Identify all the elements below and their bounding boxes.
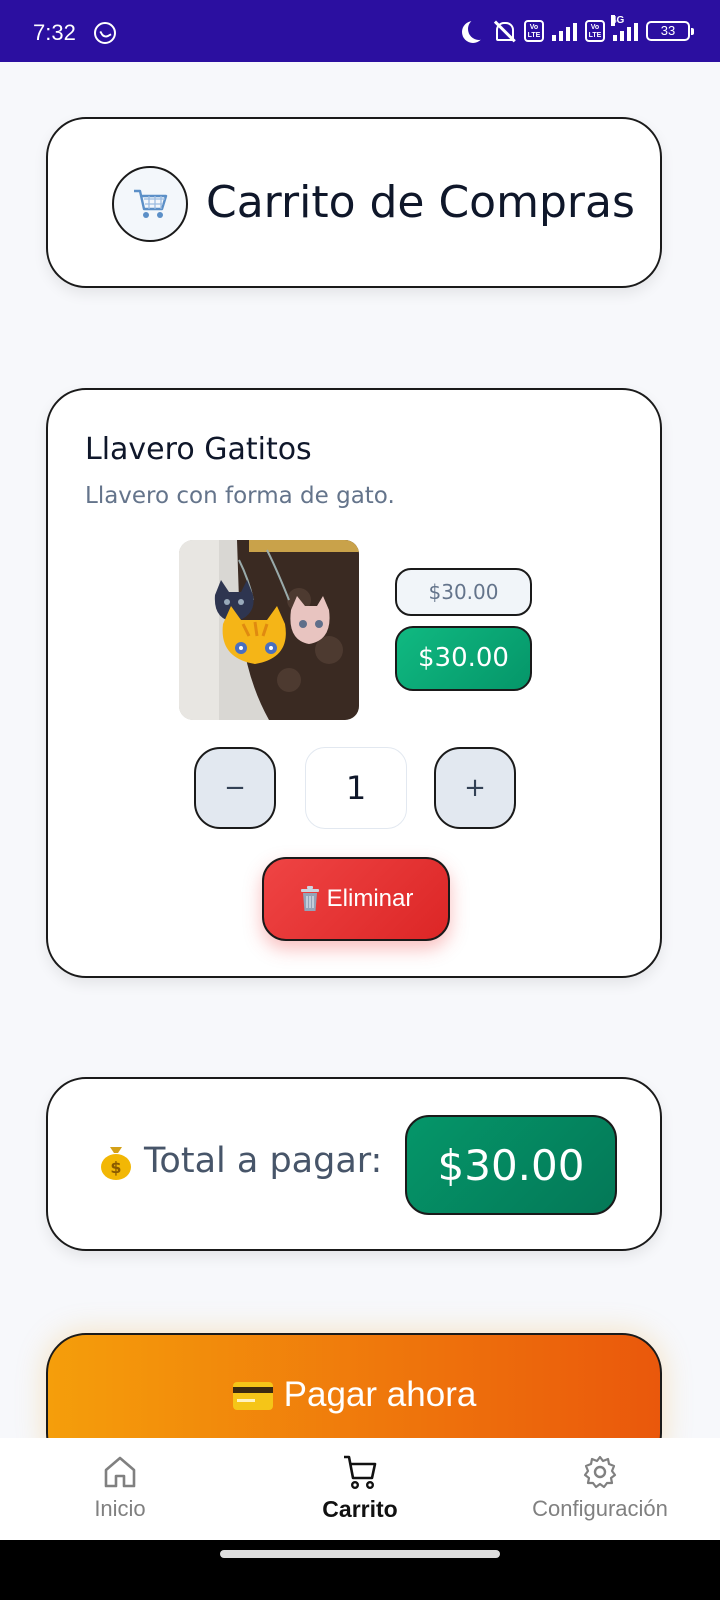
total-label: Total a pagar: [144,1141,383,1181]
current-price: $30.00 [395,626,532,691]
nav-item-configuracion[interactable]: Configuración [480,1438,720,1540]
decrease-quantity-button[interactable]: − [194,747,276,829]
nav-item-inicio[interactable]: Inicio [0,1438,240,1540]
delete-item-button[interactable]: Eliminar [262,857,450,941]
total-label-row: $ Total a pagar: [96,1141,382,1181]
nav-label-inicio: Inicio [94,1496,146,1521]
total-card: $ Total a pagar: $30.00 [46,1077,662,1251]
page-title: Carrito de Compras [206,177,635,228]
battery-icon: 33 [646,21,694,41]
total-amount: $30.00 [405,1115,617,1215]
muted-bell-icon [492,20,516,42]
status-icons: Vo LTE Vo LTE 4G 33 [462,15,694,44]
network-type: 4G [611,15,625,26]
product-description: Llavero con forma de gato. [85,483,395,509]
signal-icon [552,21,577,41]
signal-4g-icon: 4G [611,15,638,41]
home-gesture-bar[interactable] [220,1550,500,1558]
shopping-cart-icon [112,166,188,242]
status-time: 7:32 [33,20,76,45]
cart-icon [344,1455,377,1490]
nav-label-configuracion: Configuración [532,1496,668,1521]
nav-item-carrito[interactable]: Carrito [240,1438,480,1540]
nav-label-carrito: Carrito [322,1496,398,1522]
header-card: Carrito de Compras [46,117,662,288]
original-price: $30.00 [395,568,532,616]
volte-icon-2: Vo LTE [585,20,605,42]
cart-item-card: Llavero Gatitos Llavero con forma de gat… [46,388,662,978]
credit-card-icon [232,1382,273,1410]
gear-icon [583,1455,617,1489]
money-bag-icon: $ [101,1147,131,1180]
bottom-navigation: Inicio Carrito Configuración [0,1438,720,1540]
status-bar: 7:32 Vo LTE Vo LTE 4G 33 [0,0,720,62]
quantity-value[interactable]: 1 [305,747,407,829]
svg-text:$: $ [110,1158,121,1177]
product-name: Llavero Gatitos [85,432,312,467]
volte-icon: Vo LTE [524,20,544,42]
delete-label: Eliminar [326,885,414,912]
product-image [179,540,359,720]
home-icon [104,1456,136,1488]
system-navigation-bar [0,1540,720,1600]
increase-quantity-button[interactable]: + [434,747,516,829]
whatsapp-icon [94,22,116,44]
do-not-disturb-icon [468,18,490,40]
trash-icon [300,886,319,911]
pay-now-label: Pagar ahora [283,1375,477,1414]
